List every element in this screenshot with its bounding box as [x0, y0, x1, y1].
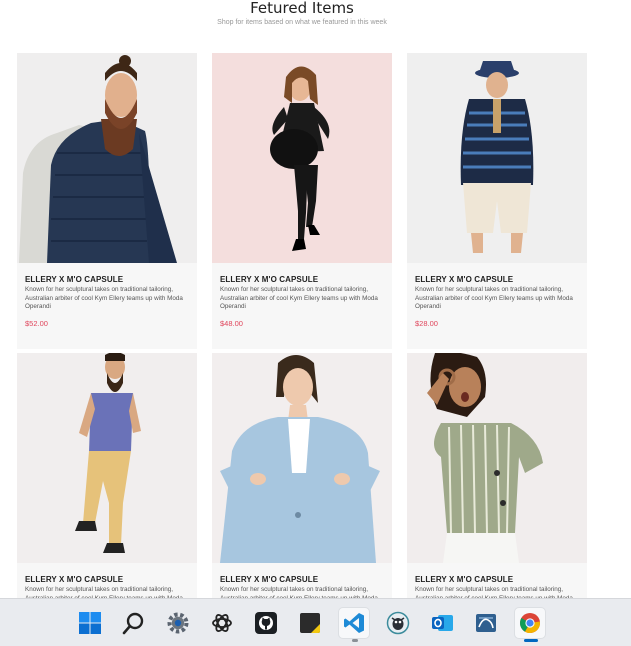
product-title[interactable]: ELLERY X M'O CAPSULE	[25, 275, 123, 284]
product-description: Known for her sculptural takes on tradit…	[415, 286, 573, 311]
product-title[interactable]: ELLERY X M'O CAPSULE	[25, 575, 123, 584]
chatgpt-icon[interactable]	[206, 607, 238, 639]
git-client-icon[interactable]	[382, 607, 414, 639]
product-image[interactable]	[17, 353, 197, 563]
product-title[interactable]: ELLERY X M'O CAPSULE	[415, 275, 513, 284]
product-description: Known for her sculptural takes on tradit…	[220, 286, 378, 311]
product-description: Known for her sculptural takes on tradit…	[25, 286, 183, 311]
product-card[interactable]: ELLERY X M'O CAPSULE Known for her sculp…	[212, 53, 392, 349]
github-icon[interactable]	[250, 607, 282, 639]
product-image[interactable]	[407, 353, 587, 563]
product-price: $28.00	[415, 319, 438, 328]
taskbar	[0, 598, 631, 646]
product-image[interactable]	[212, 53, 392, 263]
chrome-icon[interactable]	[514, 607, 546, 642]
product-title[interactable]: ELLERY X M'O CAPSULE	[415, 575, 513, 584]
product-image[interactable]	[407, 53, 587, 263]
running-indicator	[352, 639, 358, 642]
mysql-workbench-icon[interactable]	[470, 607, 502, 639]
product-card[interactable]: ELLERY X M'O CAPSULE Known for her sculp…	[17, 53, 197, 349]
windows-start-icon[interactable]	[74, 607, 106, 639]
product-price: $52.00	[25, 319, 48, 328]
product-title[interactable]: ELLERY X M'O CAPSULE	[220, 275, 318, 284]
search-icon[interactable]	[118, 607, 150, 639]
outlook-icon[interactable]	[426, 607, 458, 639]
product-card[interactable]: ELLERY X M'O CAPSULE Known for her sculp…	[407, 53, 587, 349]
product-image[interactable]	[17, 53, 197, 263]
product-price: $48.00	[220, 319, 243, 328]
settings-gear-icon[interactable]	[162, 607, 194, 639]
vscode-icon[interactable]	[338, 607, 370, 642]
active-indicator	[524, 639, 538, 642]
product-image[interactable]	[212, 353, 392, 563]
section-title: Fetured Items	[250, 0, 354, 17]
product-title[interactable]: ELLERY X M'O CAPSULE	[220, 575, 318, 584]
sticky-notes-icon[interactable]	[294, 607, 326, 639]
section-subtitle: Shop for items based on what we featured…	[217, 19, 387, 26]
